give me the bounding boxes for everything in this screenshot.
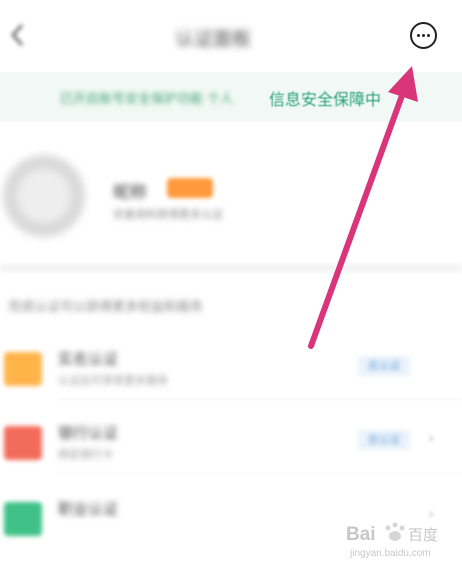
page-title: 认证面板 <box>175 28 252 50</box>
section-hint: 完成认证可以获得更多权益和服务 <box>8 300 204 315</box>
briefcase-icon <box>4 502 42 536</box>
list-item-realname[interactable]: 实名认证 认证后可享受更多服务 去认证 <box>0 340 462 400</box>
profile-card[interactable]: 昵称 完善资料获得更多认证 <box>0 140 462 250</box>
verify-button[interactable]: 去认证 <box>358 430 410 450</box>
more-options-button[interactable] <box>410 22 437 49</box>
verify-button[interactable]: 去认证 <box>358 356 410 376</box>
baidu-jingyan-watermark: Bai 百度 jingyan.baidu.com <box>344 518 456 560</box>
svg-text:jingyan.baidu.com: jingyan.baidu.com <box>349 548 431 559</box>
bank-card-icon <box>4 426 42 460</box>
security-banner: 已开启账号安全保护功能 个人 信息安全保障中 <box>0 72 462 122</box>
list-item-subtitle: 绑定银行卡 <box>58 448 113 461</box>
profile-subtitle: 完善资料获得更多认证 <box>113 208 223 221</box>
list-item-title: 实名认证 <box>58 350 119 368</box>
chevron-left-icon <box>11 24 23 46</box>
back-button[interactable] <box>8 22 28 48</box>
avatar[interactable] <box>3 155 85 237</box>
svg-text:Bai: Bai <box>346 524 376 545</box>
banner-status-text: 信息安全保障中 <box>269 90 382 109</box>
banner-blurred-text: 已开启账号安全保护功能 个人 <box>60 92 234 107</box>
profile-name: 昵称 <box>113 183 147 203</box>
id-card-icon <box>4 352 42 386</box>
section-divider <box>0 264 462 272</box>
svg-text:百度: 百度 <box>408 526 438 544</box>
row-divider <box>58 473 462 474</box>
list-item-title: 职业认证 <box>58 500 119 518</box>
row-divider <box>58 399 462 400</box>
vip-badge <box>167 178 213 198</box>
list-item-bank[interactable]: 银行认证 绑定银行卡 去认证 › <box>0 414 462 474</box>
top-navigation-bar: 认证面板 <box>0 0 462 72</box>
chevron-right-icon: › <box>428 428 435 447</box>
list-item-subtitle: 认证后可享受更多服务 <box>58 374 168 387</box>
list-item-title: 银行认证 <box>58 424 119 442</box>
